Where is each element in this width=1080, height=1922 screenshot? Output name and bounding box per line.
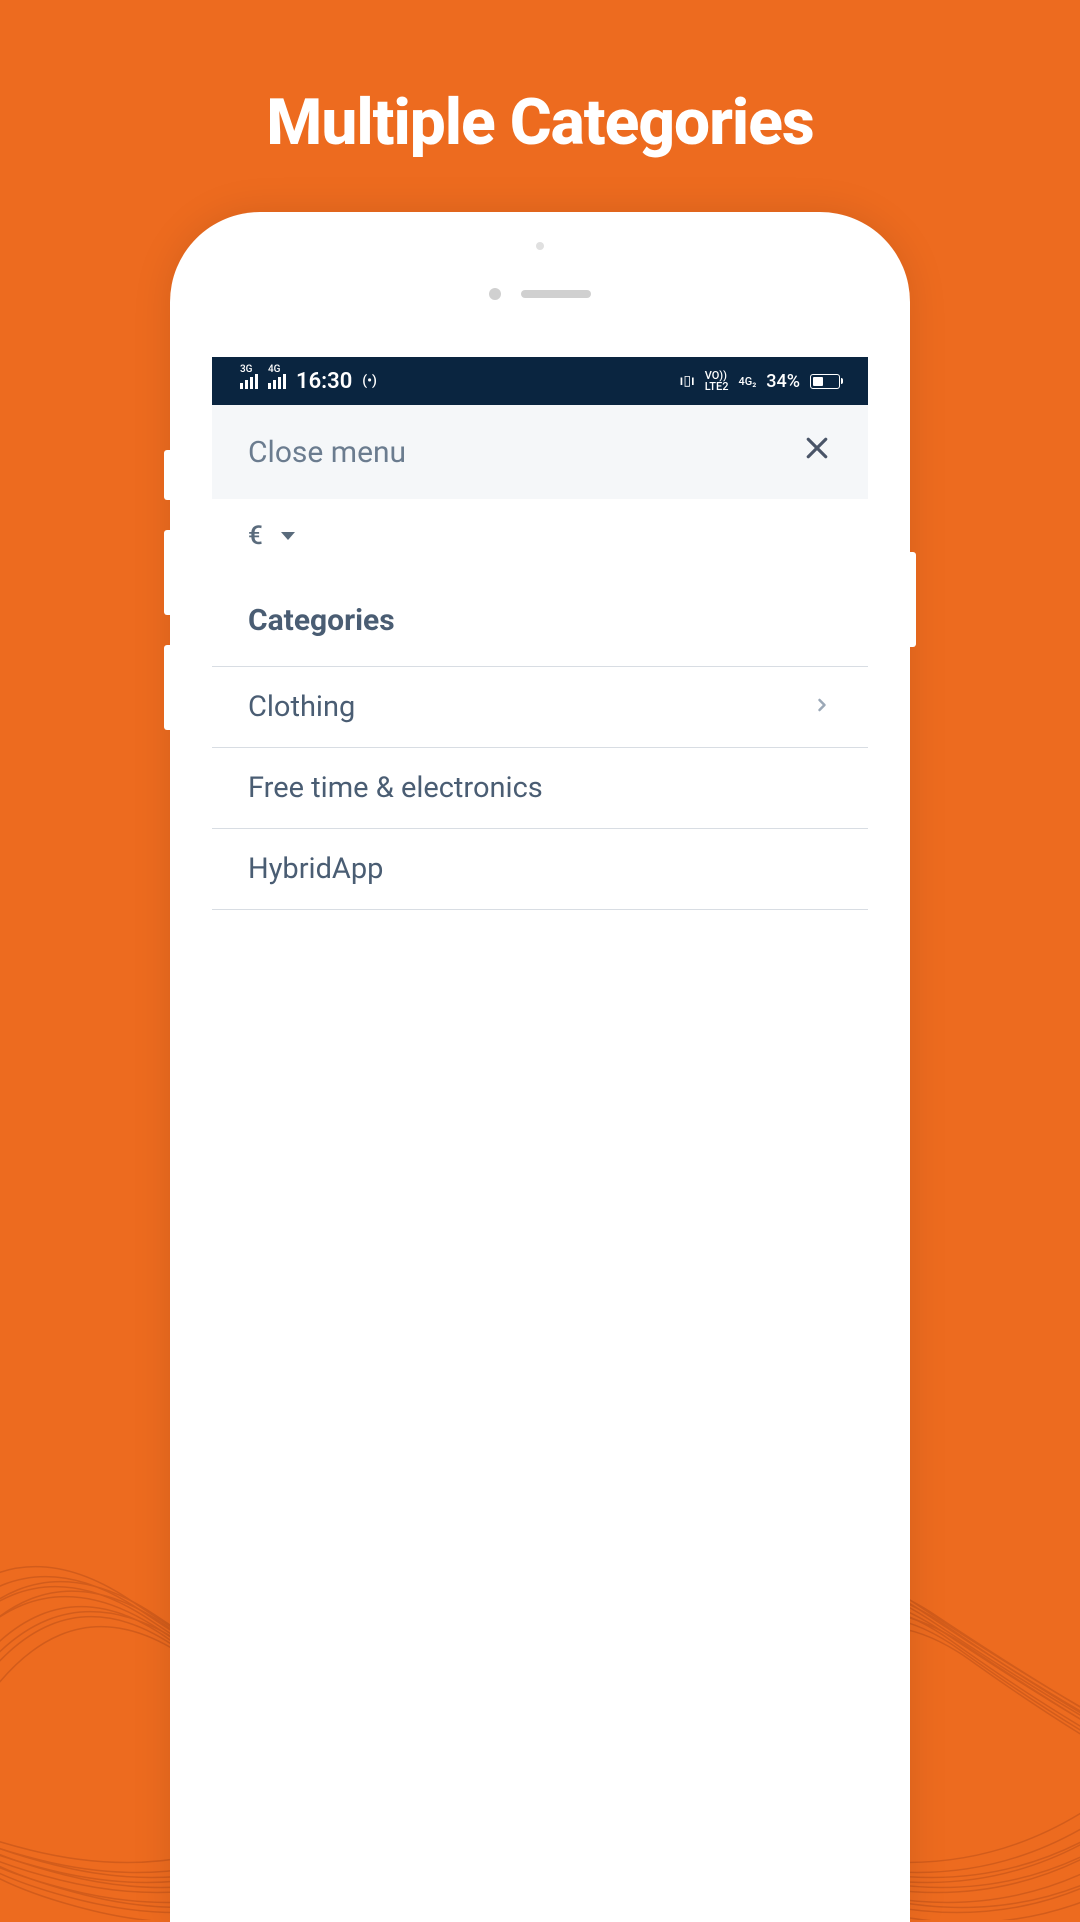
category-list: Clothing Free time & electronics HybridA… [212,666,868,910]
phone-screen: 3G 4G 1 [212,357,868,1922]
category-label: Free time & electronics [248,771,543,805]
currency-selector[interactable]: € [212,499,868,581]
category-item-hybridapp[interactable]: HybridApp [212,829,868,910]
phone-sensors [489,288,591,300]
category-item-electronics[interactable]: Free time & electronics [212,748,868,829]
phone-camera-icon [536,242,544,250]
battery-percent: 34% [766,371,800,392]
hotspot-icon: (•) [362,373,377,389]
hero-title: Multiple Categories [0,0,1080,160]
dropdown-arrow-icon [281,532,295,540]
category-label: Clothing [248,690,355,724]
category-label: HybridApp [248,852,383,886]
network-4g2-icon: 4G₂ [738,376,756,387]
close-menu-label: Close menu [248,435,406,470]
vibrate-icon: ı▯ı [680,373,695,389]
battery-icon [810,374,840,389]
signal-3g-icon: 3G [240,374,258,389]
signal-4g-icon: 4G [268,374,286,389]
volte-icon: VO))LTE2 [705,370,729,392]
currency-symbol: € [248,521,263,551]
chevron-right-icon [812,695,832,719]
phone-frame: 3G 4G 1 [170,212,910,1922]
close-icon[interactable] [802,432,832,472]
phone-side-button-right [910,552,916,647]
status-bar: 3G 4G 1 [212,357,868,405]
close-menu-bar[interactable]: Close menu [212,405,868,499]
categories-heading: Categories [212,581,868,666]
category-item-clothing[interactable]: Clothing [212,667,868,748]
status-time: 16:30 [296,369,352,394]
phone-side-buttons-left [164,450,170,760]
